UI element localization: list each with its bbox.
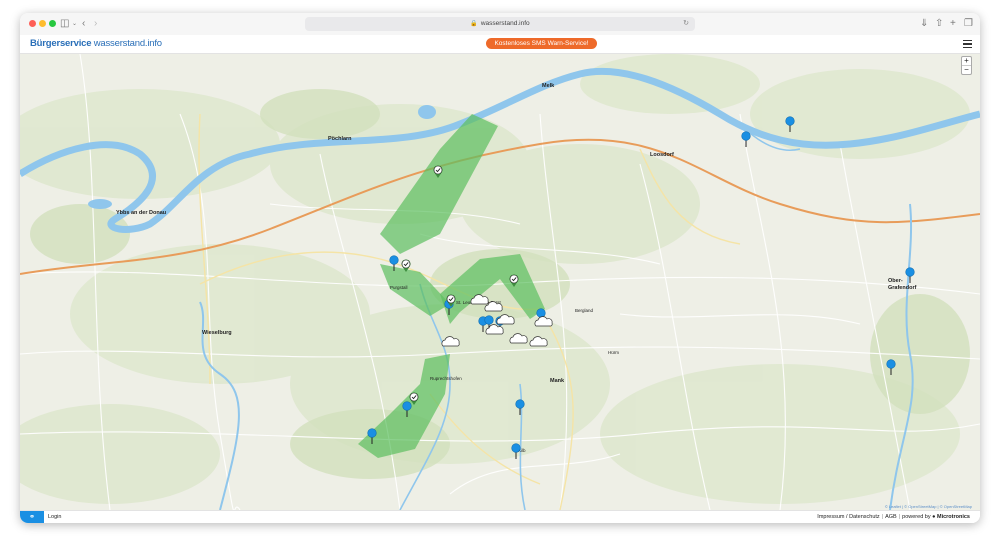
close-window-button[interactable]: [29, 20, 36, 27]
microtronics-brand[interactable]: Microtronics: [937, 514, 970, 520]
share-icon[interactable]: ⚭: [20, 511, 44, 523]
label-hurm: Hürm: [608, 350, 619, 355]
label-ruprechtshofen: Ruprechtshofen: [430, 376, 462, 381]
footer-links: Impressum / Datenschutz | AGB | powered by ●…: [817, 514, 970, 520]
label-ober-grafendorf-2: Grafendorf: [888, 285, 917, 291]
impressum-link[interactable]: Impressum / Datenschutz: [817, 514, 879, 520]
map-canvas[interactable]: Ybbs an der Donau Pöchlarn Melk Loosdorf…: [20, 53, 980, 512]
url-bar[interactable]: 🔒 wasserstand.info ↻: [305, 17, 695, 31]
browser-window: ◫ ⌄ ‹ › 🔒 wasserstand.info ↻ ⇓ ⇧ + ❐ Bürg…: [20, 13, 980, 523]
forward-icon[interactable]: ›: [94, 17, 97, 31]
reload-icon[interactable]: ↻: [683, 17, 689, 31]
map-view[interactable]: Ybbs an der Donau Pöchlarn Melk Loosdorf…: [20, 53, 980, 512]
chevron-down-icon[interactable]: ⌄: [72, 17, 77, 31]
label-ybbs: Ybbs an der Donau: [116, 210, 166, 216]
microtronics-logo-icon: ●: [932, 514, 936, 520]
site-logo[interactable]: Bürgerservice wasserstand.info: [30, 38, 162, 49]
label-melk: Melk: [542, 83, 555, 89]
sidebar-toggle-icon[interactable]: ◫: [60, 17, 69, 31]
minimize-window-button[interactable]: [39, 20, 46, 27]
zoom-out-button[interactable]: −: [962, 65, 971, 74]
label-purgstall: Purgstall: [390, 285, 408, 290]
sms-warn-service-button[interactable]: Kostenloses SMS Warn-Service!: [486, 38, 597, 49]
url-text: wasserstand.info: [480, 20, 530, 27]
zoom-control: + −: [961, 56, 972, 75]
tab-overview-icon[interactable]: ❐: [964, 17, 973, 31]
lock-icon: 🔒: [470, 21, 478, 27]
download-icon[interactable]: ⇓: [920, 17, 928, 31]
new-tab-icon[interactable]: +: [950, 17, 956, 31]
site-footer: ⚭ Login Impressum / Datenschutz | AGB | powe…: [20, 510, 980, 523]
login-link[interactable]: Login: [48, 511, 61, 523]
label-bergland: Bergland: [575, 308, 594, 313]
label-ober-grafendorf-1: Ober-: [888, 278, 903, 284]
back-icon[interactable]: ‹: [82, 17, 85, 31]
label-mank: Mank: [550, 378, 565, 384]
label-wieselburg: Wieselburg: [202, 330, 232, 336]
label-loosdorf: Loosdorf: [650, 152, 674, 158]
zoom-in-button[interactable]: +: [962, 57, 971, 65]
share-page-icon[interactable]: ⇧: [935, 17, 943, 31]
logo-text-1: Bürgerservice: [30, 38, 92, 49]
map-attribution[interactable]: © Leaflet | © OpenStreetMap | © OpenStre…: [885, 504, 972, 509]
logo-text-2: wasserstand.info: [93, 38, 162, 49]
maximize-window-button[interactable]: [49, 20, 56, 27]
menu-icon[interactable]: [963, 40, 972, 48]
label-pochlarn: Pöchlarn: [328, 136, 352, 142]
powered-by-text: powered by: [902, 514, 931, 520]
site-header: Bürgerservice wasserstand.info Kostenlos…: [20, 35, 980, 54]
browser-titlebar: ◫ ⌄ ‹ › 🔒 wasserstand.info ↻ ⇓ ⇧ + ❐: [20, 13, 980, 36]
agb-link[interactable]: AGB: [885, 514, 897, 520]
